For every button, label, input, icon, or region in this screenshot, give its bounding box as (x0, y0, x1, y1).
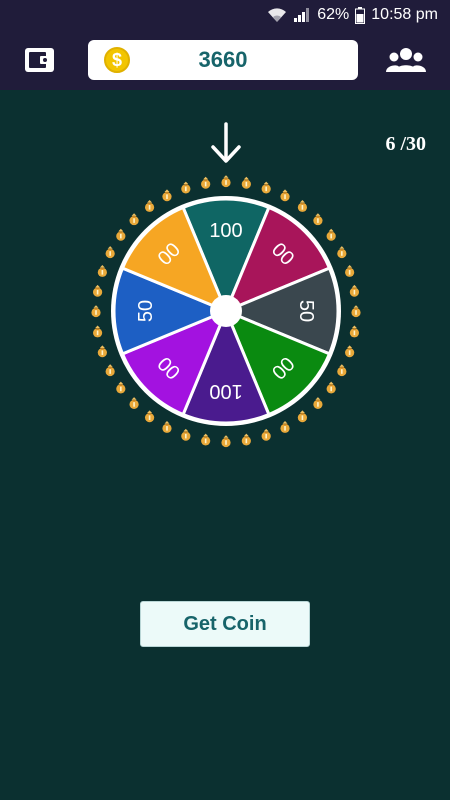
down-arrow-icon (206, 122, 246, 166)
money-bag-icon (129, 213, 139, 226)
money-bag-icon (337, 246, 347, 259)
spin-wheel-graphic: 100005000100005000 (91, 175, 361, 448)
money-bag-icon (181, 428, 191, 441)
money-bag-icon (345, 345, 355, 358)
money-bag-icon (241, 433, 251, 446)
money-bag-icon (221, 435, 231, 448)
money-bag-icon (201, 433, 211, 446)
money-bag-icon (144, 410, 155, 423)
money-bag-icon (241, 176, 251, 189)
money-bag-icon (93, 284, 103, 297)
money-bag-icon (351, 305, 361, 318)
spin-total: 30 (406, 133, 426, 155)
money-bag-icon (326, 381, 336, 394)
money-bag-icon (116, 381, 126, 394)
money-bag-icon (97, 345, 107, 358)
money-bag-icon (129, 397, 139, 410)
people-group-icon[interactable] (386, 46, 426, 74)
money-bag-icon (261, 181, 271, 194)
money-bag-icon (280, 421, 290, 433)
money-bag-icon (162, 189, 172, 202)
money-bag-icon (201, 176, 211, 189)
money-bag-icon (105, 246, 115, 259)
signal-icon (293, 7, 311, 23)
money-bag-icon (313, 397, 323, 410)
clock-time: 10:58 pm (371, 6, 438, 23)
wheel-segment-label: 50 (135, 300, 157, 322)
spin-counter: 6 /30 (385, 133, 426, 156)
spin-current: 6 (385, 133, 396, 155)
money-bag-icon (116, 228, 126, 241)
money-bag-icon (297, 410, 308, 423)
money-bag-icon (280, 189, 290, 202)
status-bar: 62% 10:58 pm (0, 0, 450, 30)
money-bag-icon (181, 181, 191, 194)
wifi-icon (267, 7, 287, 23)
money-bag-icon (91, 305, 101, 318)
money-bag-icon (313, 213, 323, 226)
battery-icon (355, 6, 366, 24)
app-header: $ 3660 (0, 30, 450, 90)
wheel-segment-label: 50 (295, 300, 317, 322)
money-bag-icon (345, 265, 355, 277)
spin-wheel[interactable]: 100 00 50 00 100 00 50 00 (88, 173, 364, 449)
money-bag-icon (349, 284, 359, 297)
money-bag-icon (144, 200, 155, 212)
money-bag-icon (337, 364, 347, 377)
wheel-segment-label: 100 (209, 220, 242, 242)
money-bag-icon (162, 421, 172, 433)
battery-percent: 62% (317, 6, 350, 23)
money-bag-icon (261, 428, 271, 441)
coin-balance: 3660 (198, 47, 248, 72)
money-bag-icon (105, 364, 115, 377)
money-bag-icon (93, 325, 103, 338)
get-coin-button[interactable]: Get Coin (140, 601, 310, 647)
wheel-segment-label: 100 (209, 380, 242, 402)
wallet-icon[interactable] (24, 44, 56, 76)
money-bag-icon (97, 265, 107, 277)
money-bag-icon (349, 325, 359, 338)
wheel-hub (210, 295, 242, 327)
coin-balance-box: $ 3660 (88, 40, 358, 80)
money-bag-icon (297, 200, 308, 212)
money-bag-icon (221, 175, 231, 188)
money-bag-icon (326, 228, 336, 241)
